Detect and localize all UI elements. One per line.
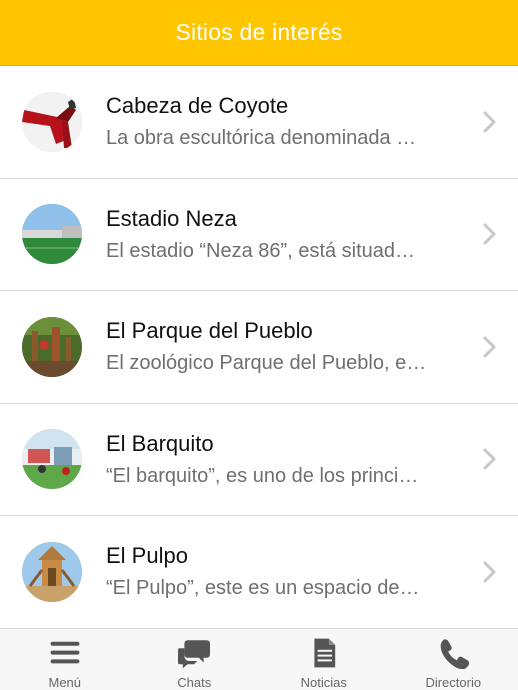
chevron-right-icon <box>483 223 496 245</box>
tab-chats[interactable]: Chats <box>130 629 260 690</box>
item-description: La obra escultórica denominada … <box>106 127 417 150</box>
tab-label: Noticias <box>300 675 347 690</box>
tab-directory[interactable]: Directorio <box>389 629 518 690</box>
item-description: “El barquito”, es uno de los princi… <box>106 464 419 487</box>
park-thumbnail <box>22 316 82 377</box>
page-title: Sitios de interés <box>175 19 343 45</box>
list-item[interactable]: El Barquito “El barquito”, es uno de los… <box>0 403 518 516</box>
item-title: Estadio Neza <box>106 205 237 231</box>
tab-label: Directorio <box>425 675 482 690</box>
tab-menu[interactable]: Menú <box>0 629 130 690</box>
list-item[interactable]: Estadio Neza El estadio “Neza 86”, está … <box>0 178 518 291</box>
playground-thumbnail <box>22 541 82 602</box>
chat-icon <box>178 640 211 669</box>
item-title: El Pulpo <box>106 543 188 569</box>
item-description: El zoológico Parque del Pueblo, e… <box>106 352 427 375</box>
chevron-right-icon <box>483 336 496 358</box>
chevron-right-icon <box>483 561 496 583</box>
chevron-right-icon <box>483 448 496 470</box>
chevron-right-icon <box>483 111 496 133</box>
list-item[interactable]: El Pulpo “El Pulpo”, este es un espacio … <box>0 516 518 629</box>
boat-park-thumbnail <box>22 429 82 490</box>
header-bar: Sitios de interés <box>0 0 518 66</box>
list-item[interactable]: Cabeza de Coyote La obra escultórica den… <box>0 66 518 179</box>
coyote-sculpture-thumbnail <box>22 91 82 152</box>
bottom-tab-bar: Menú Chats Noticias Directorio <box>0 628 518 690</box>
item-title: El Barquito <box>106 430 214 456</box>
list-item[interactable]: El Parque del Pueblo El zoológico Parque… <box>0 291 518 404</box>
document-icon <box>314 638 335 668</box>
item-description: El estadio “Neza 86”, está situad… <box>106 239 416 262</box>
sites-list: Cabeza de Coyote La obra escultórica den… <box>0 66 518 629</box>
item-title: El Parque del Pueblo <box>106 318 313 344</box>
phone-icon <box>440 639 470 669</box>
stadium-thumbnail <box>22 204 82 265</box>
tab-label: Menú <box>48 675 82 690</box>
item-title: Cabeza de Coyote <box>106 93 289 119</box>
tab-news[interactable]: Noticias <box>259 629 389 690</box>
item-description: “El Pulpo”, este es un espacio de… <box>106 577 420 600</box>
tab-label: Chats <box>177 675 212 690</box>
menu-icon <box>50 641 80 664</box>
